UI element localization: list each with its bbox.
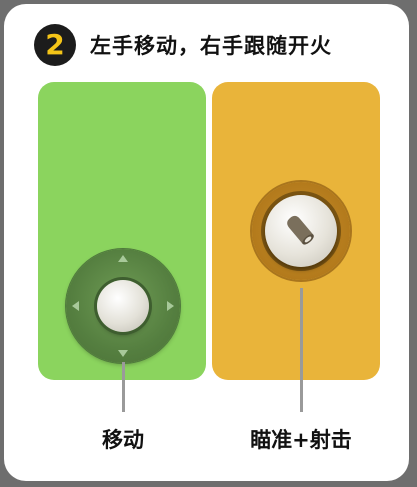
step-number: 2 <box>45 28 65 61</box>
instruction-header: 2 左手移动，右手跟随开火 <box>34 22 332 68</box>
fire-button-icon[interactable] <box>252 182 350 280</box>
bullet-icon <box>287 215 314 245</box>
arrow-down-icon <box>118 350 128 357</box>
instruction-card: 2 左手移动，右手跟随开火 移动 瞄准+射击 <box>4 4 409 481</box>
instruction-title: 左手移动，右手跟随开火 <box>90 34 332 58</box>
joystick-knob[interactable] <box>97 280 149 332</box>
arrow-up-icon <box>118 255 128 262</box>
aim-shoot-caption: 瞄准+射击 <box>250 428 352 452</box>
fire-button-ring <box>261 191 341 271</box>
step-number-badge: 2 <box>34 24 76 66</box>
joystick-icon[interactable] <box>66 249 180 363</box>
arrow-right-icon <box>167 301 174 311</box>
arrow-left-icon <box>72 301 79 311</box>
connector-line-right <box>300 288 303 412</box>
fire-button-knob[interactable] <box>265 195 337 267</box>
connector-line-left <box>122 362 125 412</box>
move-caption: 移动 <box>102 428 144 452</box>
